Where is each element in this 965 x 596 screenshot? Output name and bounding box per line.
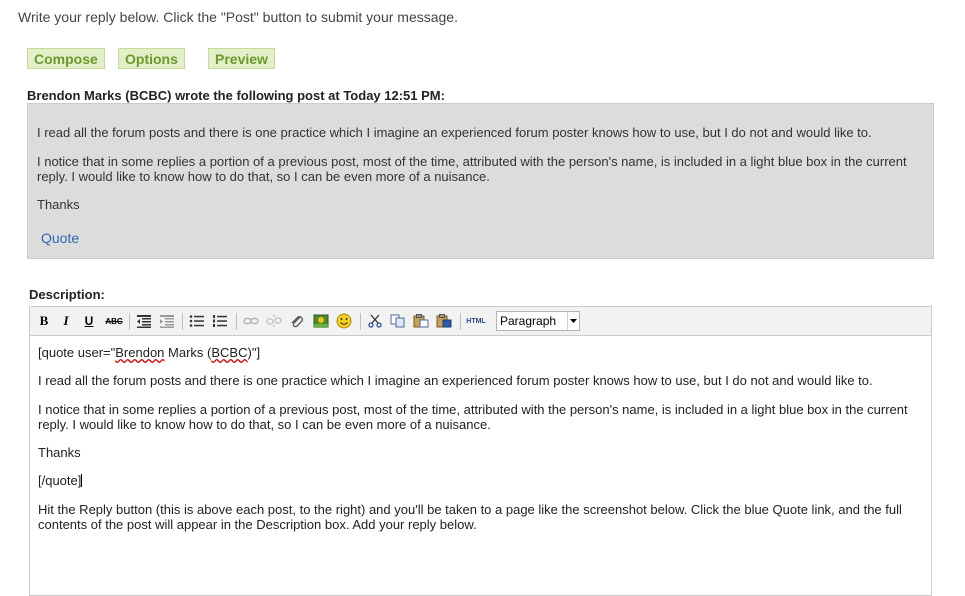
editor-paragraph: Hit the Reply button (this is above each…: [38, 502, 902, 532]
indent-icon: [160, 315, 174, 328]
quote-open-abbr: BCBC: [211, 345, 248, 360]
smiley-icon: [336, 313, 352, 329]
unlink-button[interactable]: [265, 312, 283, 330]
quote-close-tag: [/quote]: [38, 473, 82, 488]
italic-button[interactable]: I: [57, 312, 75, 330]
quote-open-suffix: )"]: [247, 345, 261, 360]
toolbar-divider: [360, 313, 361, 330]
toolbar-divider: [182, 313, 183, 330]
paperclip-icon: [291, 316, 303, 328]
format-select-value: Paragraph: [500, 314, 557, 328]
quote-open-tag: [quote user="Brendon Marks (BCBC)"]: [38, 345, 923, 360]
outdent-button[interactable]: [135, 312, 153, 330]
tab-compose[interactable]: Compose: [27, 48, 105, 69]
quote-link[interactable]: Quote: [41, 230, 79, 246]
quote-open-middle: Marks (: [164, 345, 212, 360]
bullet-list-icon: [189, 315, 204, 327]
unlink-icon: [266, 315, 282, 327]
numbered-list-icon: [213, 315, 227, 327]
editor-paragraph: Thanks: [38, 445, 81, 460]
text-caret: [81, 474, 83, 487]
chevron-down-icon: [567, 312, 579, 330]
paste-word-icon: [436, 314, 452, 328]
underline-button[interactable]: U: [80, 312, 98, 330]
paste-button[interactable]: [412, 312, 430, 330]
image-icon: [313, 314, 329, 328]
editor-content[interactable]: [quote user="Brendon Marks (BCBC)"] I re…: [30, 336, 931, 595]
quoted-post-heading: Brendon Marks (BCBC) wrote the following…: [27, 88, 445, 103]
toolbar-divider: [129, 313, 130, 330]
copy-button[interactable]: [389, 312, 407, 330]
italic-glyph: I: [63, 313, 69, 328]
strikethrough-glyph: ABC: [105, 316, 123, 326]
tab-options[interactable]: Options: [118, 48, 185, 69]
clipboard-icon: [413, 314, 429, 328]
quoted-paragraph: Thanks: [37, 197, 80, 212]
toolbar-divider: [460, 313, 461, 330]
attachment-button[interactable]: [288, 312, 306, 330]
editor-paragraph: I read all the forum posts and there is …: [38, 373, 873, 388]
quote-open-prefix: [quote user=": [38, 345, 116, 360]
bullet-list-button[interactable]: [188, 312, 206, 330]
indent-button[interactable]: [158, 312, 176, 330]
strikethrough-button[interactable]: ABC: [104, 312, 124, 330]
html-source-button[interactable]: HTML: [464, 312, 488, 330]
numbered-list-button[interactable]: [211, 312, 229, 330]
toolbar-divider: [236, 313, 237, 330]
editor-paragraph: I notice that in some replies a portion …: [38, 402, 908, 432]
quoted-post-box: I read all the forum posts and there is …: [27, 103, 934, 259]
link-button[interactable]: [242, 312, 260, 330]
bold-glyph: B: [39, 313, 49, 328]
format-select[interactable]: Paragraph: [496, 311, 580, 331]
emoticon-button[interactable]: [335, 312, 353, 330]
quote-open-name: Brendon: [115, 345, 165, 360]
tab-preview[interactable]: Preview: [208, 48, 275, 69]
copy-icon: [390, 314, 405, 328]
cut-button[interactable]: [366, 312, 384, 330]
html-source-glyph: HTML: [466, 317, 486, 325]
outdent-icon: [137, 315, 151, 328]
link-icon: [243, 317, 259, 325]
editor-toolbar: B I U ABC HTML Paragraph: [30, 307, 931, 336]
quoted-paragraph: I read all the forum posts and there is …: [37, 125, 872, 140]
insert-image-button[interactable]: [312, 312, 330, 330]
instruction-text: Write your reply below. Click the "Post"…: [18, 9, 458, 25]
rich-text-editor: B I U ABC HTML Paragraph [quote user="Br…: [29, 306, 932, 596]
bold-button[interactable]: B: [35, 312, 53, 330]
paste-word-button[interactable]: [435, 312, 453, 330]
scissors-icon: [368, 314, 382, 328]
underline-glyph: U: [84, 314, 94, 328]
description-label: Description:: [29, 287, 105, 302]
quote-close-line: [/quote]: [38, 473, 923, 488]
quoted-paragraph: I notice that in some replies a portion …: [37, 154, 907, 184]
